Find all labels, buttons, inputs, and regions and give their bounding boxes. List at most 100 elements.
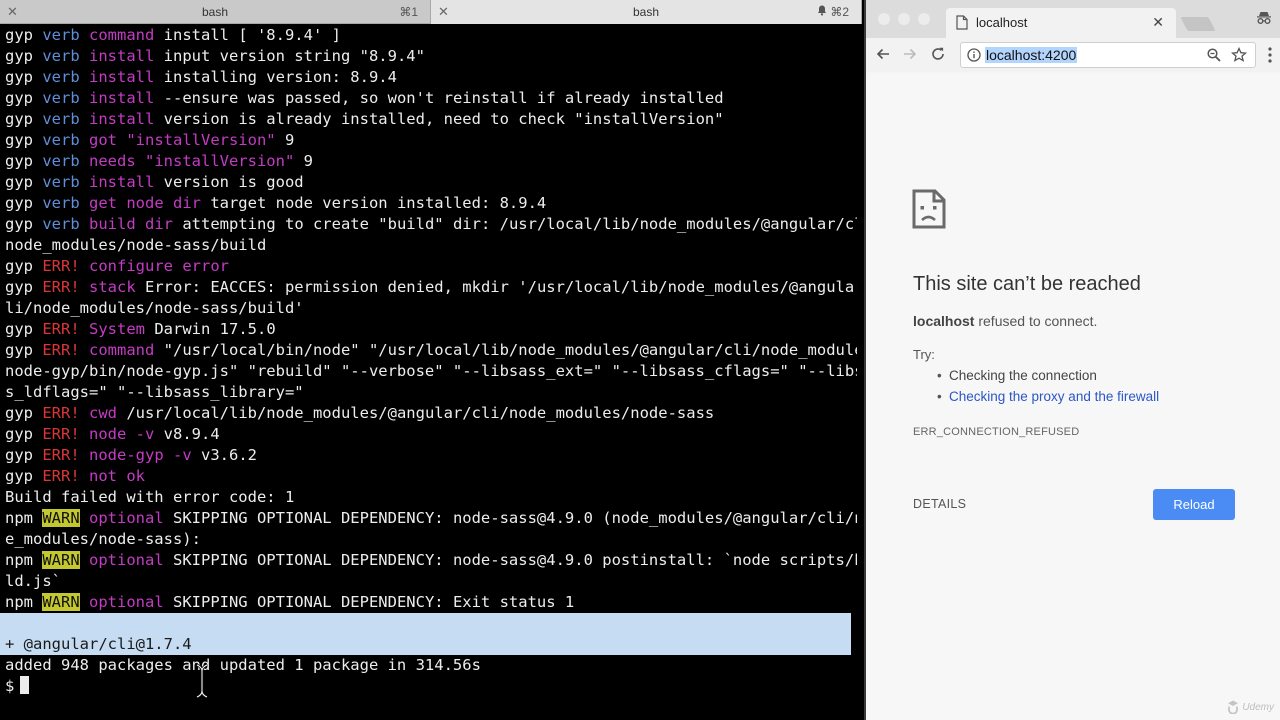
terminal-line: e_modules/node-sass): — [5, 529, 857, 550]
url-text[interactable]: localhost:4200 — [985, 47, 1078, 63]
terminal-text-plain — [80, 257, 89, 275]
terminal-text-plain — [80, 173, 89, 191]
terminal-text-plain: version is already installed, need to ch… — [154, 110, 724, 128]
error-code: ERR_CONNECTION_REFUSED — [913, 426, 1080, 438]
terminal-text-plain: + @angular/cli@1.7.4 — [5, 635, 192, 653]
browser-tab[interactable]: localhost ✕ — [946, 8, 1176, 38]
page-icon — [956, 15, 968, 30]
browser-toolbar: localhost ✕ localhost:4200 — [866, 0, 1280, 72]
terminal-text-err: ERR! — [42, 404, 80, 422]
terminal-text-err: ERR! — [42, 257, 80, 275]
terminal-text-plain — [80, 404, 89, 422]
terminal-line: gyp verb install --ensure was passed, so… — [5, 88, 857, 109]
terminal-text-plain: gyp — [5, 257, 43, 275]
browser-window[interactable]: localhost ✕ localhost:4200 This site can… — [864, 0, 1280, 720]
close-icon[interactable]: ✕ — [1152, 14, 1164, 31]
bookmark-star-icon[interactable] — [1231, 47, 1247, 63]
tab-shortcut: ⌘1 — [399, 5, 418, 19]
terminal-line: node-gyp/bin/node-gyp.js" "rebuild" "--v… — [5, 361, 857, 382]
window-zoom-control[interactable] — [918, 13, 930, 25]
terminal-text-warn: WARN — [42, 593, 80, 611]
suggestion-link-proxy-firewall[interactable]: Checking the proxy and the firewall — [937, 389, 1159, 410]
terminal-text-plain: gyp — [5, 446, 43, 464]
terminal-tab-1[interactable]: ✕ bash ⌘1 — [0, 0, 431, 24]
error-host: localhost — [913, 313, 975, 329]
terminal-line-selected — [0, 613, 851, 634]
watermark-text: Udemy — [1242, 701, 1274, 713]
terminal-text-plain: gyp — [5, 404, 43, 422]
terminal-output[interactable]: gyp verb command install [ '8.9.4' ] gyp … — [0, 25, 857, 697]
error-page: This site can’t be reached localhost ref… — [866, 73, 1280, 720]
terminal-tab-bar: ✕ bash ⌘1 ✕ bash ⌘2 — [0, 0, 862, 24]
text-cursor-icon — [196, 664, 208, 698]
try-label: Try: — [913, 347, 935, 362]
terminal-text-plain — [80, 341, 89, 359]
terminal-prompt-line[interactable]: $ — [5, 676, 857, 697]
terminal-line: gyp ERR! not ok — [5, 466, 857, 487]
close-icon[interactable]: ✕ — [438, 4, 449, 20]
terminal-text-err: ERR! — [42, 446, 80, 464]
details-button[interactable]: DETAILS — [913, 497, 966, 511]
terminal-text-verb: verb — [42, 173, 80, 191]
terminal-window[interactable]: ✕ bash ⌘1 ✕ bash ⌘2 gyp verb command ins… — [0, 0, 862, 720]
terminal-line: npm WARN optional SKIPPING OPTIONAL DEPE… — [5, 550, 857, 571]
browser-tab-title: localhost — [976, 15, 1028, 30]
terminal-text-verb: verb — [42, 152, 80, 170]
terminal-text-verb: verb — [42, 26, 80, 44]
terminal-line: gyp verb got "installVersion" 9 — [5, 130, 857, 151]
terminal-text-plain: s_ldflags=" "--libsass_library=" — [5, 383, 304, 401]
back-icon[interactable] — [875, 46, 891, 62]
terminal-text-key: cwd — [89, 404, 117, 422]
terminal-text-plain — [80, 131, 89, 149]
terminal-text-plain: install [ '8.9.4' ] — [154, 26, 341, 44]
terminal-text-verb: verb — [42, 110, 80, 128]
terminal-line: gyp ERR! stack Error: EACCES: permission… — [5, 277, 857, 298]
terminal-line: gyp verb needs "installVersion" 9 — [5, 151, 857, 172]
terminal-text-verb: verb — [42, 131, 80, 149]
terminal-text-plain: --ensure was passed, so won't reinstall … — [154, 89, 724, 107]
terminal-tab-2[interactable]: ✕ bash ⌘2 — [431, 0, 862, 24]
terminal-text-plain: SKIPPING OPTIONAL DEPENDENCY: node-sass@… — [163, 551, 857, 569]
terminal-text-plain: node_modules/node-sass/build — [5, 236, 267, 254]
terminal-text-plain: gyp — [5, 278, 43, 296]
reload-icon[interactable] — [930, 46, 946, 62]
bell-icon — [817, 5, 827, 19]
terminal-text-key: command — [89, 341, 155, 359]
menu-icon[interactable] — [1268, 47, 1272, 63]
terminal-text-key: got "installVersion" — [89, 131, 276, 149]
terminal-text-plain: gyp — [5, 152, 43, 170]
terminal-text-plain: 9 — [275, 131, 295, 149]
terminal-line: gyp verb install input version string "8… — [5, 46, 857, 67]
close-icon[interactable]: ✕ — [7, 4, 18, 20]
zoom-icon[interactable] — [1207, 48, 1221, 62]
terminal-text-warn: WARN — [42, 509, 80, 527]
terminal-text-plain — [80, 467, 89, 485]
terminal-text-plain: SKIPPING OPTIONAL DEPENDENCY: node-sass@… — [163, 509, 857, 527]
terminal-text-err: ERR! — [42, 341, 80, 359]
terminal-line: added 948 packages and updated 1 package… — [5, 655, 857, 676]
terminal-line: gyp verb install version is good — [5, 172, 857, 193]
terminal-text-plain: gyp — [5, 341, 43, 359]
terminal-text-verb: verb — [42, 215, 80, 233]
window-close-control[interactable] — [878, 13, 890, 25]
terminal-text-plain: Error: EACCES: permission denied, mkdir … — [135, 278, 857, 296]
terminal-text-plain: Build failed with error code: 1 — [5, 488, 295, 506]
terminal-text-plain — [80, 68, 89, 86]
terminal-text-plain: Darwin 17.5.0 — [145, 320, 276, 338]
terminal-text-plain: v3.6.2 — [191, 446, 257, 464]
terminal-text-plain — [80, 47, 89, 65]
terminal-text-plain: gyp — [5, 89, 43, 107]
terminal-text-plain — [80, 446, 89, 464]
new-tab-button[interactable] — [1180, 17, 1216, 31]
terminal-text-plain: added 948 packages and updated 1 package… — [5, 656, 481, 674]
window-minimize-control[interactable] — [898, 13, 910, 25]
terminal-text-key: stack — [89, 278, 136, 296]
terminal-text-plain: gyp — [5, 425, 43, 443]
terminal-text-plain — [80, 593, 89, 611]
info-icon[interactable] — [967, 48, 981, 62]
forward-icon[interactable] — [902, 46, 918, 62]
address-bar[interactable]: localhost:4200 — [960, 42, 1256, 68]
terminal-line: gyp ERR! System Darwin 17.5.0 — [5, 319, 857, 340]
terminal-text-key: command — [89, 26, 155, 44]
reload-button[interactable]: Reload — [1153, 489, 1235, 520]
